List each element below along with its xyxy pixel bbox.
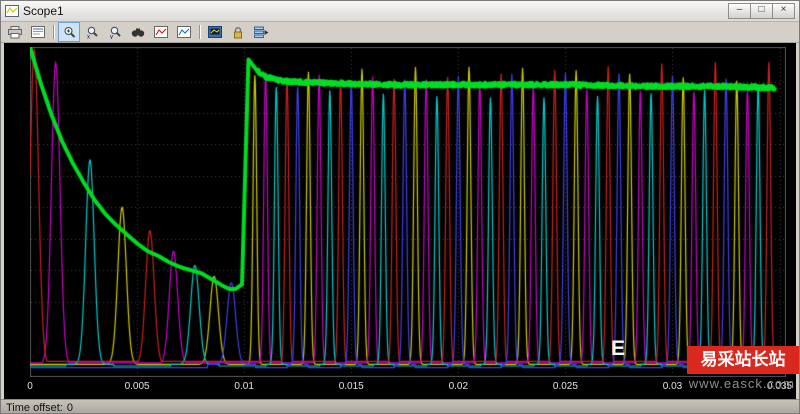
minimize-button[interactable]: – xyxy=(728,3,751,19)
signal-selection-button[interactable] xyxy=(250,22,272,42)
scope-window: Scope1 – □ × x y 0 0.005 0.01 0.015 0.02… xyxy=(0,0,800,414)
watermark-box: 易采站长站 xyxy=(687,346,799,374)
parameters-button[interactable] xyxy=(27,22,49,42)
save-axes-button[interactable] xyxy=(150,22,172,42)
scope-toolbar: x y xyxy=(1,22,799,43)
save-axes-icon xyxy=(154,26,168,38)
zoom-button[interactable] xyxy=(58,22,80,42)
zoom-x-button[interactable]: x xyxy=(81,22,103,42)
x-tick-label: 0.01 xyxy=(234,381,254,392)
lock-axes-button[interactable] xyxy=(227,22,249,42)
scope-plot-canvas[interactable] xyxy=(30,47,786,377)
time-offset-label: Time offset: xyxy=(6,401,63,414)
svg-text:x: x xyxy=(87,34,90,39)
print-button[interactable] xyxy=(4,22,26,42)
maximize-button[interactable]: □ xyxy=(750,3,773,19)
zoom-y-button[interactable]: y xyxy=(104,22,126,42)
window-controls: – □ × xyxy=(728,3,795,19)
parameters-icon xyxy=(31,26,45,38)
statusbar: Time offset: 0 xyxy=(1,399,799,414)
restore-axes-icon xyxy=(177,26,191,38)
zoom-icon xyxy=(64,26,75,38)
x-tick-label: 0.015 xyxy=(338,381,364,392)
svg-text:y: y xyxy=(110,34,113,39)
zoom-x-icon: x xyxy=(87,26,98,39)
x-tick-label: 0.025 xyxy=(552,381,578,392)
autoscale-button[interactable] xyxy=(127,22,149,42)
lock-axes-icon xyxy=(234,26,242,38)
x-tick-label: 0.005 xyxy=(124,381,150,392)
scope-plot-area: 0.40.60.811.21.41.61.8 00.0050.010.0150.… xyxy=(4,43,796,399)
time-offset-value: 0 xyxy=(66,401,73,414)
zoom-y-icon: y xyxy=(110,26,121,39)
floating-scope-icon xyxy=(208,26,222,38)
close-button[interactable]: × xyxy=(772,3,795,19)
watermark-url: www.easck.com xyxy=(688,376,795,391)
autoscale-binoculars-icon xyxy=(131,28,145,37)
x-tick-label: 0.03 xyxy=(662,381,683,392)
print-icon xyxy=(8,25,22,38)
toolbar-separator xyxy=(53,25,55,39)
restore-axes-button[interactable] xyxy=(173,22,195,42)
signal-selection-icon xyxy=(253,26,268,38)
toolbar-separator xyxy=(199,25,201,39)
x-tick-label: 0.02 xyxy=(448,381,469,392)
app-icon xyxy=(5,5,19,17)
window-title: Scope1 xyxy=(23,4,64,18)
titlebar[interactable]: Scope1 – □ × xyxy=(1,1,799,22)
x-tick-label: 0 xyxy=(27,381,33,392)
watermark-letter: E xyxy=(611,337,626,360)
floating-scope-button[interactable] xyxy=(204,22,226,42)
